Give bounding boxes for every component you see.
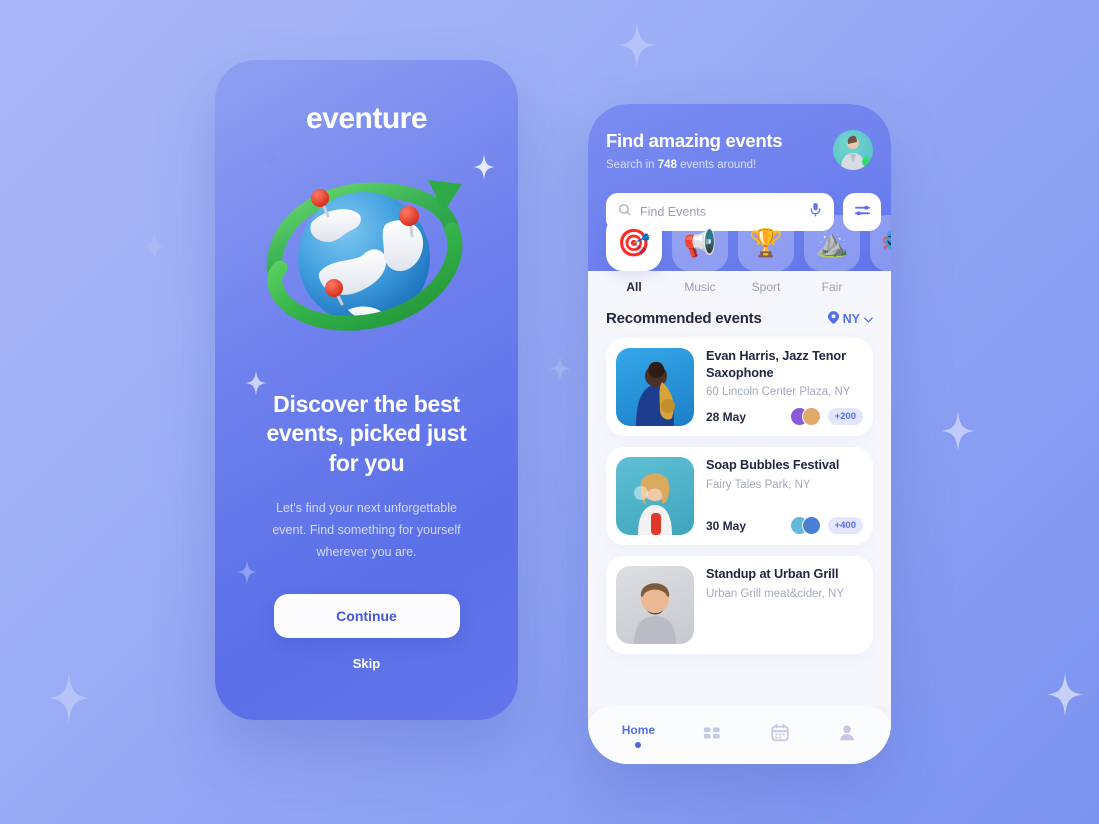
event-date: 28 May (706, 409, 747, 424)
attendees: +400 (789, 516, 863, 535)
onboarding-phone: eventure Discover the best events, picke… (215, 60, 518, 720)
trophy-icon: 🏆 (738, 215, 794, 271)
event-name: Soap Bubbles Festival (706, 458, 840, 472)
event-card[interactable]: Standup at Urban Grill Urban Grill meat&… (606, 556, 873, 654)
category-label: Music (684, 280, 716, 294)
chevron-down-icon (864, 312, 873, 326)
category-tabs: 🎯 All 📢 Music 🏆 Sport ⛰️ Fair 🎭 (588, 215, 891, 294)
globe-illustration (252, 150, 482, 360)
category-tab-sport[interactable]: 🏆 Sport (738, 215, 794, 294)
event-thumbnail (616, 457, 694, 535)
event-place: 60 Lincoln Center Plaza, NY (706, 386, 851, 398)
avatar-stack (789, 407, 821, 426)
skip-button[interactable]: Skip (353, 656, 380, 671)
sparkle-icon (1047, 673, 1083, 716)
event-thumbnail (616, 566, 694, 644)
dart-target-icon: 🎯 (606, 215, 662, 271)
sparkle-icon (941, 411, 975, 451)
category-tab-all[interactable]: 🎯 All (606, 215, 662, 294)
active-indicator-dot (635, 741, 642, 748)
theater-masks-icon: 🎭 (870, 215, 891, 271)
mountain-icon: ⛰️ (804, 215, 860, 271)
avatar-stack (789, 516, 821, 535)
event-place: Urban Grill meat&cider, NY (706, 587, 845, 600)
nav-item-profile[interactable] (837, 723, 857, 748)
nav-item-explore[interactable] (702, 723, 722, 748)
app-title: eventure (305, 102, 428, 135)
section-header: Recommended events NY (606, 310, 873, 327)
calendar-icon (770, 723, 790, 748)
sparkle-icon (48, 673, 90, 723)
nav-item-calendar[interactable] (770, 723, 790, 748)
category-tab-fair[interactable]: ⛰️ Fair (804, 215, 860, 294)
sparkle-icon (549, 355, 571, 382)
grid-apps-icon (702, 723, 722, 748)
sparkle-icon (237, 560, 257, 584)
event-name: Evan Harris, Jazz Tenor Saxophone (706, 349, 846, 380)
attendees-count-badge: +400 (827, 517, 863, 534)
onboarding-headline: Discover the best events, picked just fo… (266, 391, 467, 476)
sparkle-icon (142, 232, 166, 261)
header-subtitle: Search in 748 events around! (606, 159, 782, 171)
avatar[interactable] (833, 130, 873, 170)
online-status-dot (862, 157, 872, 167)
event-place: Fairy Tales Park, NY (706, 478, 811, 491)
sparkle-icon (618, 22, 656, 68)
attendee-avatar (801, 516, 821, 535)
event-thumbnail (616, 348, 694, 426)
events-app-phone: Find amazing events Search in 748 events… (588, 104, 891, 764)
section-title: Recommended events (606, 310, 762, 327)
events-list-section: Recommended events NY Evan Harris, Jazz … (588, 294, 891, 706)
location-label: NY (842, 311, 860, 326)
person-icon (837, 723, 857, 748)
category-label: Fair (821, 280, 843, 294)
category-tab-next[interactable]: 🎭 (870, 215, 891, 294)
category-tab-music[interactable]: 📢 Music (672, 215, 728, 294)
nav-label: Home (621, 722, 656, 737)
subtitle-prefix: Search in (606, 159, 658, 171)
event-date: 30 May (706, 518, 747, 533)
megaphone-icon: 📢 (672, 215, 728, 271)
subtitle-suffix: events around! (676, 159, 757, 171)
continue-button[interactable]: Continue (273, 593, 460, 638)
events-count: 748 (657, 159, 677, 171)
event-card[interactable]: Evan Harris, Jazz Tenor Saxophone 60 Lin… (606, 338, 873, 436)
map-pin-icon (827, 310, 839, 327)
location-selector[interactable]: NY (827, 310, 873, 327)
event-name: Standup at Urban Grill (706, 567, 839, 581)
event-card[interactable]: Soap Bubbles Festival Fairy Tales Park, … (606, 447, 873, 545)
header-title: Find amazing events (606, 130, 783, 151)
category-label: Sport (751, 280, 781, 294)
attendees: +200 (789, 407, 863, 426)
attendee-avatar (801, 407, 821, 426)
category-label: All (626, 280, 642, 294)
attendees-count-badge: +200 (827, 408, 863, 425)
onboarding-subtext: Let's find your next unforgettable event… (272, 501, 461, 560)
bottom-navigation: Home (588, 706, 891, 764)
nav-item-home[interactable]: Home (622, 723, 655, 748)
